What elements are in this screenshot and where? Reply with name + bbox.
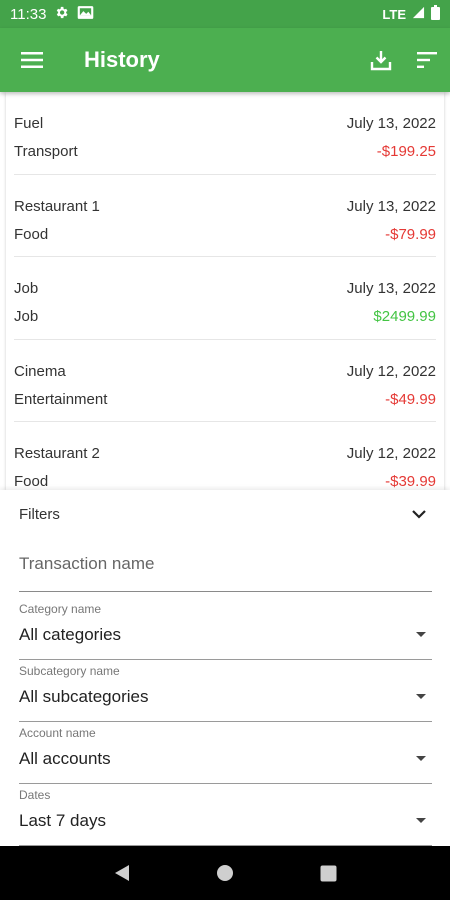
battery-icon — [431, 5, 440, 23]
recents-icon[interactable] — [308, 853, 348, 893]
subcategory-select[interactable]: Subcategory name All subcategories — [19, 664, 432, 722]
dates-value: Last 7 days — [19, 811, 106, 830]
transaction-date: July 13, 2022 — [346, 280, 436, 297]
transaction-name: Restaurant 2 — [14, 445, 100, 462]
transaction-amount: -$49.99 — [385, 390, 436, 408]
list-item[interactable]: Fuel July 13, 2022 Transport -$199.25 — [6, 92, 444, 175]
dropdown-arrow-icon — [416, 756, 426, 761]
transaction-date: July 12, 2022 — [346, 445, 436, 462]
transaction-category: Job — [14, 308, 39, 325]
transaction-amount: -$199.25 — [376, 143, 436, 160]
category-value: All categories — [19, 625, 122, 644]
transaction-name-input[interactable]: Transaction name — [19, 542, 432, 592]
category-label: Category name — [19, 602, 102, 616]
dropdown-arrow-icon — [416, 694, 426, 699]
dropdown-arrow-icon — [416, 632, 426, 637]
transaction-name: Restaurant 1 — [14, 197, 100, 215]
transaction-date: July 13, 2022 — [346, 115, 436, 132]
transaction-name: Cinema — [14, 362, 66, 380]
back-icon[interactable] — [102, 853, 142, 893]
account-select[interactable]: Account name All accounts — [19, 726, 432, 784]
list-item[interactable]: Job July 13, 2022 Job $2499.99 — [6, 257, 444, 340]
subcategory-value: All subcategories — [19, 687, 149, 706]
subcategory-label: Subcategory name — [19, 664, 120, 678]
transaction-name: Job — [14, 280, 39, 297]
sim-card-icon — [77, 5, 94, 24]
transaction-category: Food — [14, 225, 49, 243]
dropdown-arrow-icon — [416, 818, 426, 823]
transaction-date: July 13, 2022 — [346, 197, 436, 215]
list-item[interactable]: Restaurant 1 July 13, 2022 Food -$79.99 — [6, 175, 444, 257]
status-time: 11:33 — [10, 5, 47, 23]
category-select[interactable]: Category name All categories — [19, 602, 432, 660]
transaction-amount: $2499.99 — [373, 308, 436, 325]
dates-select[interactable]: Dates Last 7 days — [19, 788, 432, 846]
settings-icon — [54, 5, 69, 24]
transaction-name: Fuel — [14, 115, 44, 132]
filters-header[interactable]: Filters — [0, 490, 450, 538]
account-value: All accounts — [19, 749, 111, 768]
home-icon[interactable] — [205, 853, 245, 893]
network-type: LTE — [382, 6, 406, 22]
transaction-list: Fuel July 13, 2022 Transport -$199.25 Re… — [6, 92, 444, 490]
filters-panel: Filters Transaction name Category name A… — [0, 490, 450, 846]
transaction-category: Entertainment — [14, 390, 108, 408]
system-nav-bar — [0, 846, 450, 900]
dates-label: Dates — [19, 788, 51, 802]
transaction-amount: -$39.99 — [385, 473, 436, 490]
account-label: Account name — [19, 726, 96, 740]
transaction-date: July 12, 2022 — [346, 362, 436, 380]
lte-signal-icon — [412, 6, 425, 22]
page-title: History — [84, 47, 160, 72]
chevron-down-icon[interactable] — [407, 502, 431, 526]
download-icon[interactable] — [358, 28, 404, 92]
app-bar: History — [0, 28, 450, 92]
list-item[interactable]: Cinema July 12, 2022 Entertainment -$49.… — [6, 340, 444, 422]
filters-title: Filters — [19, 505, 60, 523]
transaction-amount: -$79.99 — [385, 225, 436, 243]
menu-icon[interactable] — [0, 28, 64, 92]
transaction-category: Transport — [14, 143, 78, 160]
sort-icon[interactable] — [404, 28, 450, 92]
transaction-category: Food — [14, 473, 49, 490]
list-item[interactable]: Restaurant 2 July 12, 2022 Food -$39.99 — [6, 422, 444, 490]
status-bar: 11:33 LTE — [0, 0, 450, 28]
